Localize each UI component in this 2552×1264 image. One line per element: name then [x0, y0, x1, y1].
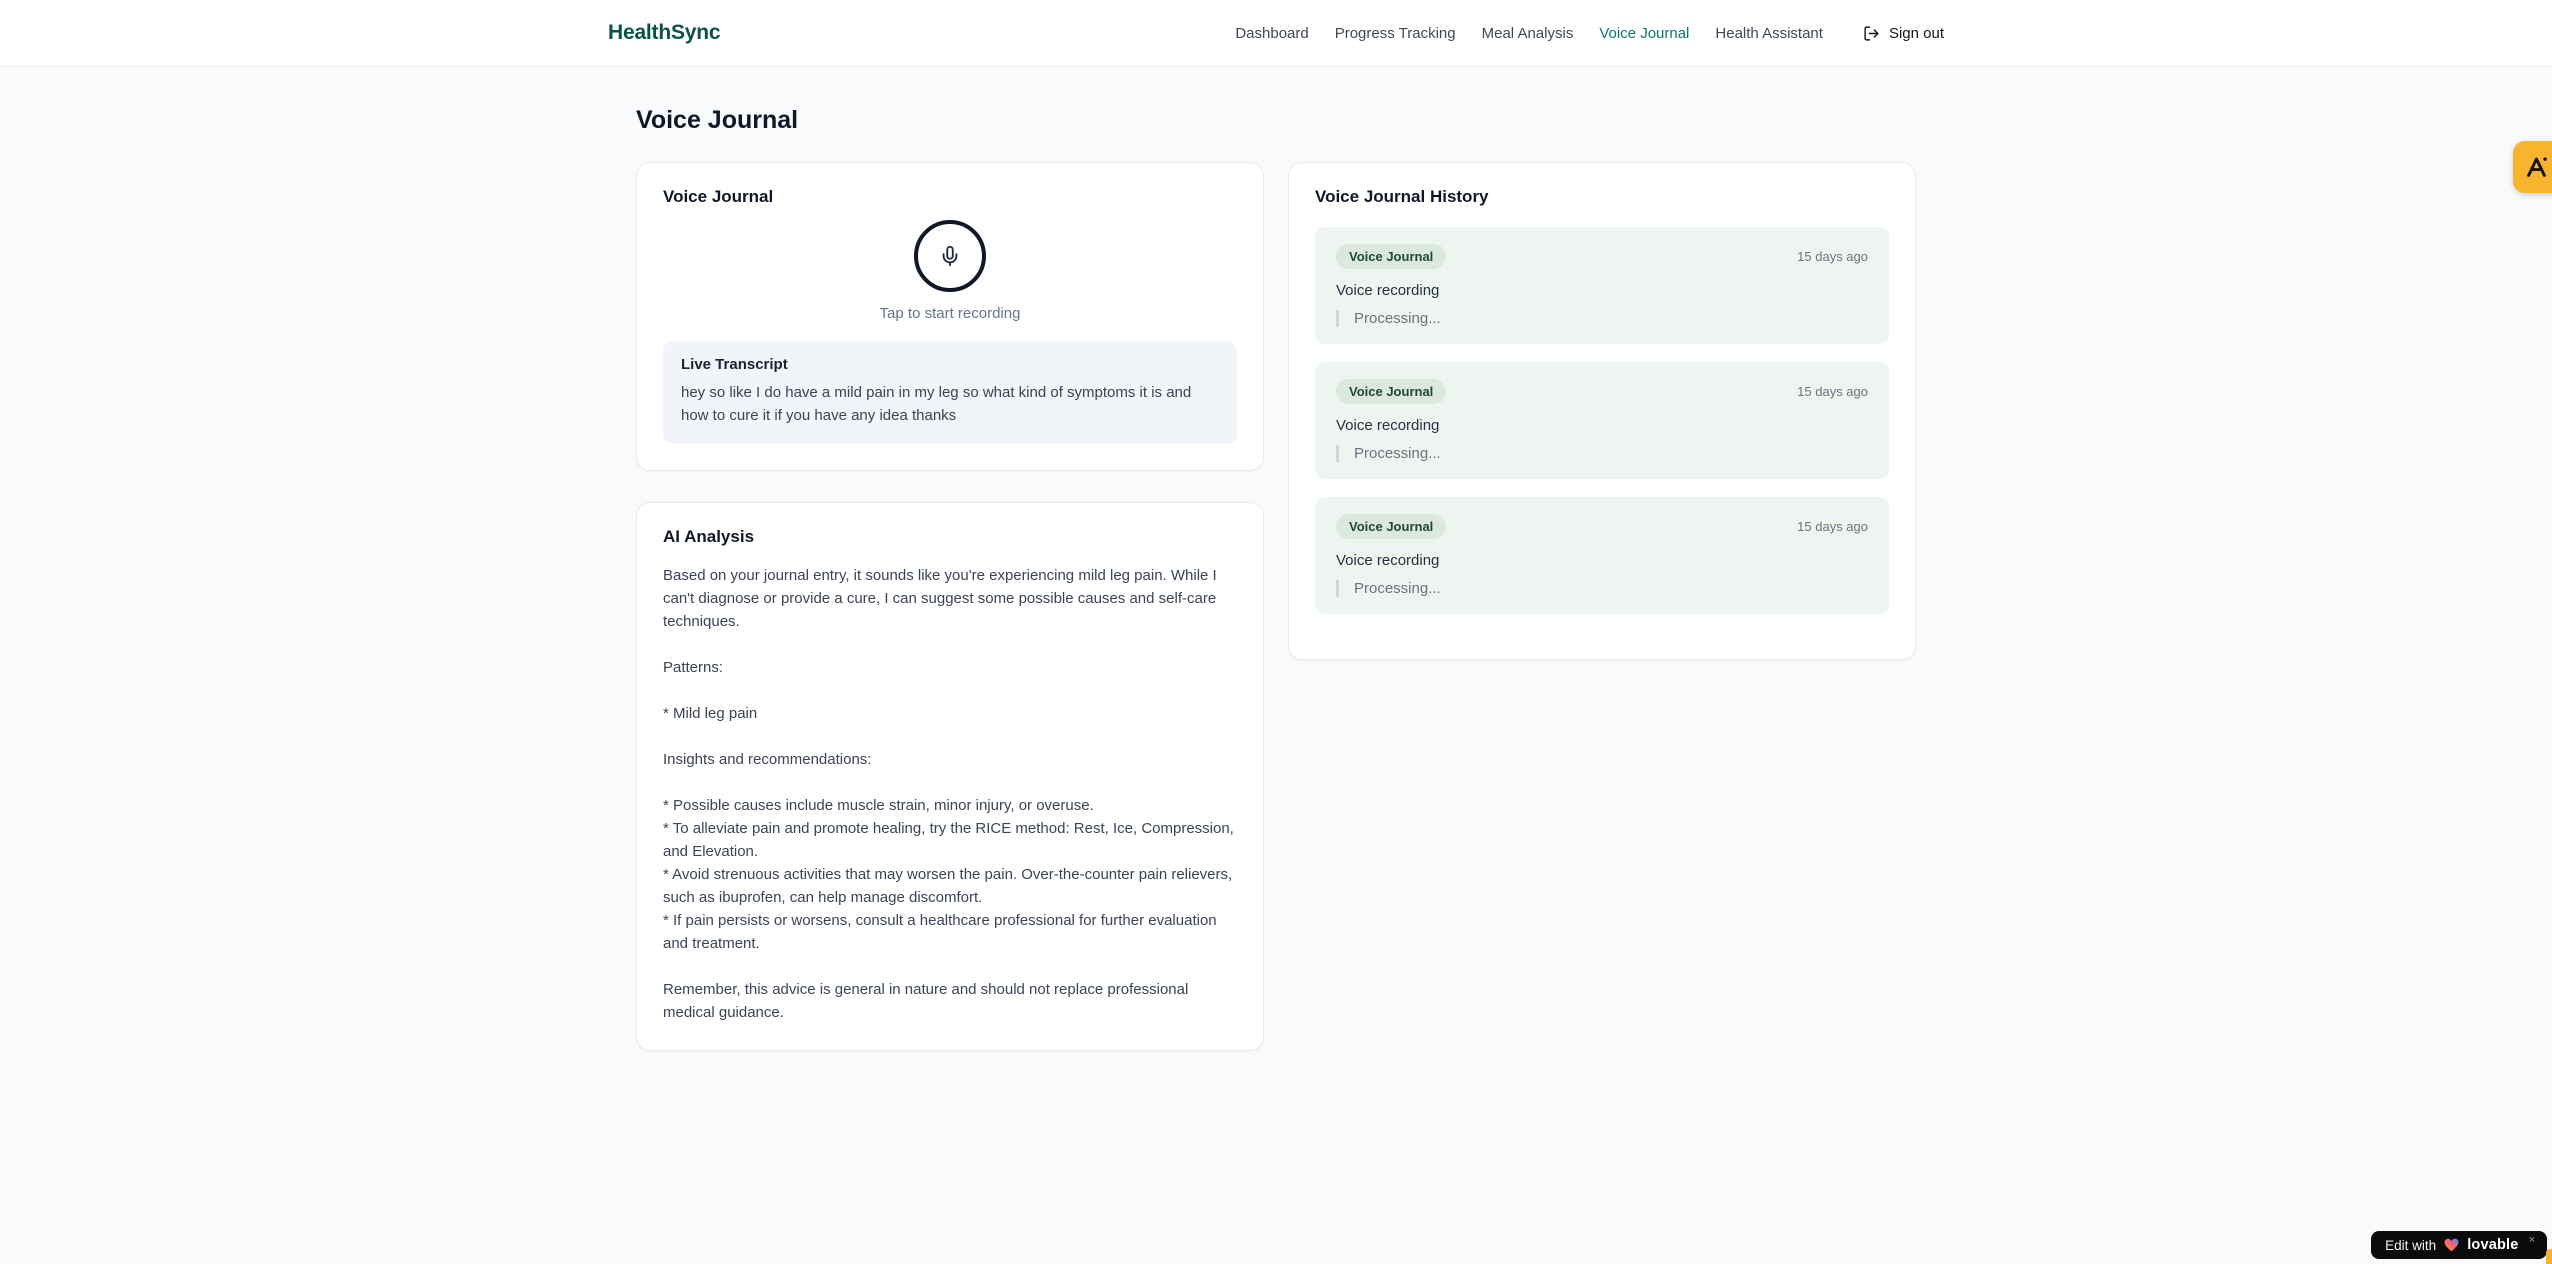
analysis-text: Based on your journal entry, it sounds l… — [663, 567, 1234, 1021]
history-card: Voice Journal History Voice Journal 15 d… — [1288, 162, 1916, 660]
entry-processing-status: Processing... — [1336, 310, 1868, 327]
sign-out-label: Sign out — [1888, 24, 1944, 42]
main-content: Voice Journal Voice Journal Tap to start… — [636, 67, 1916, 1051]
sign-out-button[interactable]: Sign out — [1863, 25, 1944, 42]
page-title: Voice Journal — [636, 106, 799, 134]
lovable-prefix-label: Edit with — [2385, 1237, 2437, 1253]
logo-a-icon — [2523, 154, 2550, 181]
analysis-card: AI Analysis Based on your journal entry,… — [636, 502, 1264, 1051]
mic-icon — [939, 245, 961, 267]
nav-voice-journal[interactable]: Voice Journal — [1599, 25, 1689, 42]
live-transcript-text: hey so like I do have a mild pain in my … — [681, 384, 1192, 424]
lovable-brand-label: lovable — [2467, 1237, 2519, 1253]
entry-label: Voice recording — [1336, 417, 1440, 434]
entry-label: Voice recording — [1336, 282, 1440, 299]
corner-badge-fragment — [2546, 1249, 2552, 1264]
entry-label: Voice recording — [1336, 552, 1440, 569]
entry-processing-status: Processing... — [1336, 445, 1868, 462]
nav-health-assistant[interactable]: Health Assistant — [1715, 25, 1823, 42]
history-item[interactable]: Voice Journal 15 days ago Voice recordin… — [1315, 362, 1889, 479]
recorder-card-title: Voice Journal — [663, 187, 774, 206]
entry-processing-status: Processing... — [1336, 580, 1868, 597]
entry-type-badge: Voice Journal — [1336, 244, 1447, 269]
nav-dashboard[interactable]: Dashboard — [1235, 25, 1308, 42]
entry-timestamp: 15 days ago — [1797, 519, 1868, 534]
entry-type-badge: Voice Journal — [1336, 379, 1447, 404]
heart-icon — [2444, 1238, 2459, 1252]
entry-timestamp: 15 days ago — [1797, 384, 1868, 399]
main-nav: Dashboard Progress Tracking Meal Analysi… — [1235, 25, 1944, 42]
history-card-title: Voice Journal History — [1315, 187, 1489, 206]
entry-timestamp: 15 days ago — [1797, 249, 1868, 264]
record-hint: Tap to start recording — [879, 305, 1021, 322]
nav-progress-tracking[interactable]: Progress Tracking — [1335, 25, 1456, 42]
live-transcript-box: Live Transcript hey so like I do have a … — [663, 341, 1237, 444]
entry-type-badge: Voice Journal — [1336, 514, 1447, 539]
lovable-badge[interactable]: Edit with lovable × — [2371, 1231, 2547, 1259]
app-header: HealthSync Dashboard Progress Tracking M… — [0, 0, 2552, 67]
live-transcript-title: Live Transcript — [681, 356, 788, 373]
sign-out-icon — [1863, 25, 1880, 42]
nav-meal-analysis[interactable]: Meal Analysis — [1482, 25, 1574, 42]
history-item[interactable]: Voice Journal 15 days ago Voice recordin… — [1315, 227, 1889, 344]
app-logo[interactable]: HealthSync — [608, 21, 721, 45]
close-icon[interactable]: × — [2529, 1234, 2535, 1246]
history-item[interactable]: Voice Journal 15 days ago Voice recordin… — [1315, 497, 1889, 614]
record-button[interactable] — [914, 220, 986, 292]
side-widget-badge[interactable] — [2513, 141, 2552, 193]
recorder-card: Voice Journal Tap to start recording Liv… — [636, 162, 1264, 471]
analysis-card-title: AI Analysis — [663, 527, 755, 546]
